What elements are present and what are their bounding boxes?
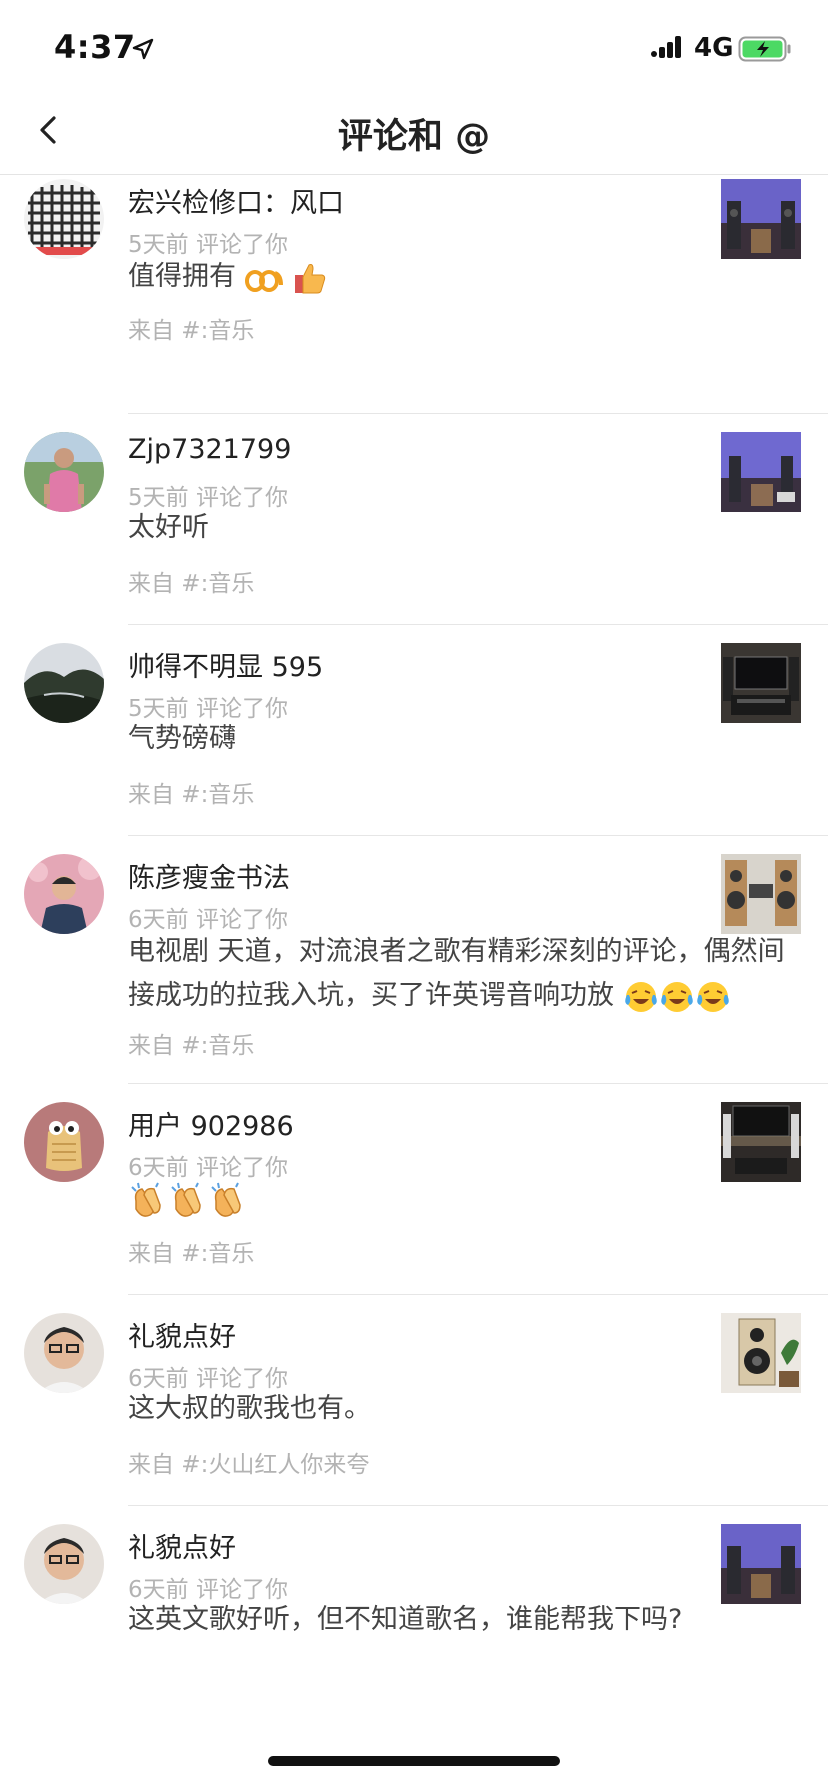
video-thumbnail[interactable] [721, 643, 801, 723]
laughing-tears-icon [624, 981, 657, 1012]
page-title: 评论和 @ [337, 117, 491, 157]
comment-item[interactable]: 用户 902986 6天前 评论了你 来自 #:音乐 [0, 1084, 828, 1295]
comment-source[interactable]: 来自 #:音乐 [128, 1026, 254, 1060]
comment-item[interactable]: Zjp7321799 5天前 评论了你 太好听 来自 #:音乐 [0, 414, 828, 625]
comment-text: 气势磅礴 [128, 723, 236, 754]
comment-text: 太好听 [128, 512, 209, 543]
comment-item[interactable]: 宏兴检修口：风口 5天前 评论了你 值得拥有 来自 #:音乐 [0, 175, 828, 414]
laughing-tears-icon [696, 981, 729, 1012]
commenter-name[interactable]: 礼貌点好 [128, 1315, 236, 1354]
cellular-signal-icon [651, 36, 681, 58]
comment-text: 电视剧 天道，对流浪者之歌有精彩深刻的评论，偶然间接成功的拉我入坑，买了许英谔音… [128, 930, 800, 1018]
comment-text [128, 1178, 800, 1222]
avatar[interactable] [24, 432, 104, 512]
comment-item[interactable]: 陈彦瘦金书法 6天前 评论了你 电视剧 天道，对流浪者之歌有精彩深刻的评论，偶然… [0, 836, 828, 1084]
comment-source[interactable]: 来自 #:音乐 [128, 311, 254, 345]
comment-time: 6天前 评论了你 [128, 1155, 288, 1181]
laughing-tears-icon [660, 981, 693, 1012]
comment-text: 这英文歌好听，但不知道歌名，谁能帮我下吗? [128, 1604, 683, 1635]
avatar[interactable] [24, 1524, 104, 1604]
comment-time: 6天前 评论了你 [128, 907, 288, 933]
status-bar: 4:37 4G [0, 0, 828, 88]
comment-source[interactable]: 来自 #:音乐 [128, 775, 254, 809]
avatar[interactable] [24, 179, 104, 259]
avatar[interactable] [24, 1102, 104, 1182]
ok-hand-icon [244, 269, 283, 292]
clapping-hands-icon [211, 1182, 241, 1217]
clapping-hands-icon [131, 1182, 161, 1217]
home-indicator[interactable] [268, 1756, 560, 1766]
video-thumbnail[interactable] [721, 432, 801, 512]
location-arrow-icon [132, 38, 154, 60]
video-thumbnail[interactable] [721, 179, 801, 259]
comment-text: 这大叔的歌我也有。 [128, 1393, 371, 1424]
clapping-hands-icon [171, 1182, 201, 1217]
comment-source[interactable]: 来自 #:音乐 [128, 564, 254, 598]
status-time: 4:37 [54, 28, 136, 66]
commenter-name[interactable]: 用户 902986 [128, 1104, 294, 1143]
commenter-name[interactable]: 宏兴检修口：风口 [128, 181, 344, 220]
comment-source[interactable]: 来自 #:音乐 [128, 1234, 254, 1268]
video-thumbnail[interactable] [721, 1102, 801, 1182]
avatar[interactable] [24, 1313, 104, 1393]
thumbs-up-icon [295, 263, 326, 293]
comment-item[interactable]: 礼貌点好 6天前 评论了你 这大叔的歌我也有。 来自 #:火山红人你来夸 [0, 1295, 828, 1506]
video-thumbnail[interactable] [721, 1313, 801, 1393]
commenter-name[interactable]: Zjp7321799 [128, 434, 291, 465]
comment-time: 5天前 评论了你 [128, 232, 288, 258]
network-type: 4G [694, 33, 734, 63]
commenter-name[interactable]: 礼貌点好 [128, 1526, 236, 1565]
video-thumbnail[interactable] [721, 1524, 801, 1604]
battery-charging-icon [738, 36, 791, 62]
commenter-name[interactable]: 陈彦瘦金书法 [128, 856, 290, 895]
navigation-bar: 评论和 @ [0, 88, 828, 175]
video-thumbnail[interactable] [721, 854, 801, 934]
comment-item[interactable]: 帅得不明显 595 5天前 评论了你 气势磅礴 来自 #:音乐 [0, 625, 828, 836]
comment-text: 值得拥有 [128, 255, 800, 299]
avatar[interactable] [24, 854, 104, 934]
commenter-name[interactable]: 帅得不明显 595 [128, 645, 323, 684]
comment-source[interactable]: 来自 #:火山红人你来夸 [128, 1445, 369, 1479]
comment-list: 宏兴检修口：风口 5天前 评论了你 值得拥有 来自 #:音乐 Zjp732179… [0, 175, 828, 1716]
avatar[interactable] [24, 643, 104, 723]
comment-item[interactable]: 礼貌点好 6天前 评论了你 这英文歌好听，但不知道歌名，谁能帮我下吗? [0, 1506, 828, 1716]
